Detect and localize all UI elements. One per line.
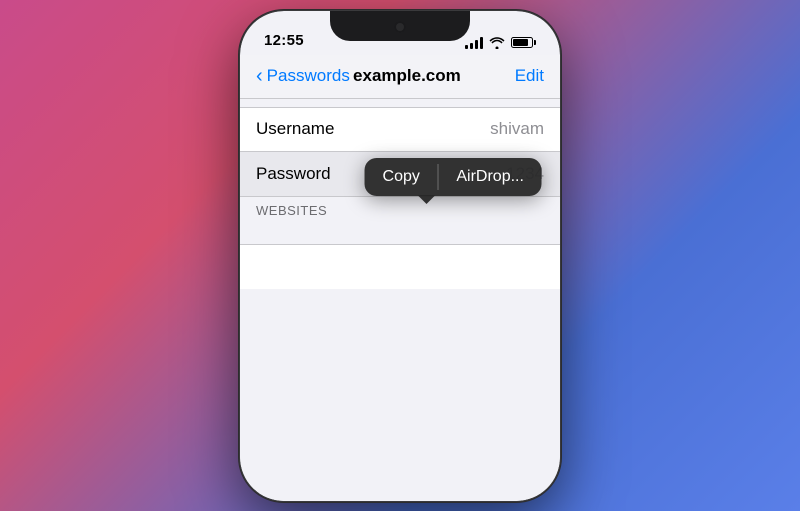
iphone-frame: 12:55 — [240, 11, 560, 501]
back-button[interactable]: ‹ Passwords — [256, 66, 350, 86]
username-label: Username — [256, 119, 346, 139]
airdrop-menu-item[interactable]: AirDrop... — [438, 158, 542, 196]
battery-tip — [534, 40, 536, 45]
signal-bar-3 — [475, 40, 478, 49]
password-label: Password — [256, 164, 346, 184]
signal-bar-1 — [465, 45, 468, 49]
content-area: Username shivam Copy AirDrop... Password — [240, 99, 560, 501]
websites-section-header: WEBSITES — [240, 197, 560, 224]
websites-row[interactable] — [240, 245, 560, 289]
username-row-wrapper: Username shivam Copy AirDrop... — [240, 108, 560, 152]
status-time: 12:55 — [264, 32, 304, 49]
username-value: shivam — [490, 119, 544, 139]
signal-bar-2 — [470, 43, 473, 49]
battery-icon — [511, 37, 536, 48]
status-icons — [465, 37, 536, 49]
back-label: Passwords — [267, 66, 350, 86]
back-chevron-icon: ‹ — [256, 66, 263, 86]
credentials-table: Username shivam Copy AirDrop... Password — [240, 107, 560, 197]
page-title: example.com — [350, 66, 464, 86]
username-row[interactable]: Username shivam — [240, 108, 560, 152]
screen: 12:55 — [240, 11, 560, 501]
websites-label: WEBSITES — [256, 203, 327, 218]
signal-bar-4 — [480, 37, 483, 49]
edit-button[interactable]: Edit — [464, 66, 544, 86]
battery-fill — [513, 39, 528, 46]
nav-bar: ‹ Passwords example.com Edit — [240, 55, 560, 99]
notch — [330, 11, 470, 41]
context-menu: Copy AirDrop... — [365, 158, 542, 196]
copy-menu-item[interactable]: Copy — [365, 158, 438, 196]
battery-body — [511, 37, 533, 48]
signal-icon — [465, 37, 483, 49]
wifi-icon — [489, 37, 505, 49]
scene: 12:55 — [0, 0, 800, 511]
websites-section — [240, 244, 560, 289]
